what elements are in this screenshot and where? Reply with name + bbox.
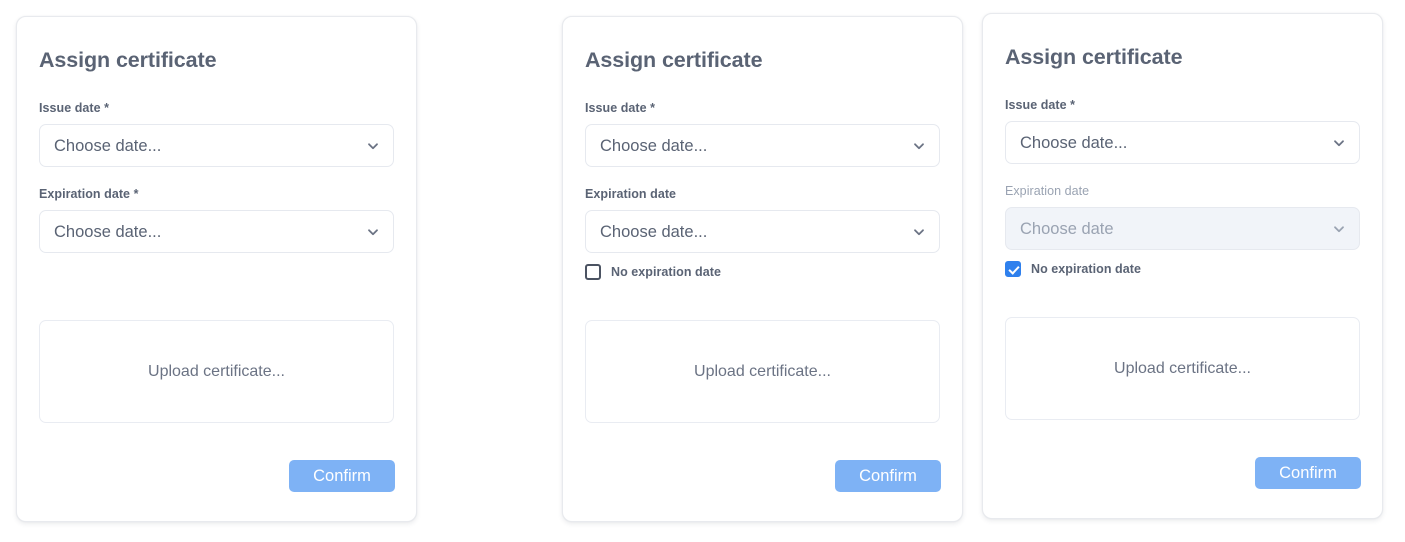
issue-date-value: Choose date... (54, 136, 162, 155)
no-expiration-date-checkbox[interactable] (585, 264, 601, 280)
assign-certificate-card-default: Assign certificate Issue date * Choose d… (16, 16, 417, 522)
issue-date-field: Issue date * Choose date... (585, 101, 940, 167)
assign-certificate-card-no-expiration-checked: Assign certificate Issue date * Choose d… (982, 13, 1383, 519)
no-expiration-date-label: No expiration date (1031, 261, 1141, 276)
issue-date-label: Issue date * (585, 101, 656, 115)
expiration-date-value: Choose date... (600, 222, 708, 241)
assign-certificate-card-optional-expiration: Assign certificate Issue date * Choose d… (562, 16, 963, 522)
upload-certificate-dropzone[interactable]: Upload certificate... (1005, 317, 1360, 420)
expiration-date-value: Choose date (1020, 219, 1114, 238)
chevron-down-icon (1332, 222, 1346, 236)
issue-date-select[interactable]: Choose date... (1005, 121, 1360, 164)
expiration-date-select[interactable]: Choose date... (39, 210, 394, 253)
confirm-button[interactable]: Confirm (835, 460, 941, 492)
issue-date-label: Issue date * (1005, 98, 1076, 112)
expiration-date-select[interactable]: Choose date... (585, 210, 940, 253)
expiration-date-select: Choose date (1005, 207, 1360, 250)
upload-certificate-label: Upload certificate... (694, 362, 831, 380)
chevron-down-icon (366, 225, 380, 239)
screenshot-stage: Assign certificate Issue date * Choose d… (0, 0, 1405, 542)
page-title: Assign certificate (585, 48, 763, 72)
no-expiration-date-checkbox[interactable] (1005, 261, 1021, 277)
issue-date-select[interactable]: Choose date... (585, 124, 940, 167)
chevron-down-icon (912, 139, 926, 153)
confirm-button[interactable]: Confirm (1255, 457, 1361, 489)
chevron-down-icon (912, 225, 926, 239)
issue-date-label: Issue date * (39, 101, 110, 115)
no-expiration-date-row[interactable]: No expiration date (585, 263, 940, 281)
no-expiration-date-row[interactable]: No expiration date (1005, 260, 1360, 278)
expiration-date-label: Expiration date (585, 187, 677, 201)
upload-certificate-dropzone[interactable]: Upload certificate... (585, 320, 940, 423)
issue-date-value: Choose date... (1020, 133, 1128, 152)
issue-date-value: Choose date... (600, 136, 708, 155)
issue-date-field: Issue date * Choose date... (1005, 98, 1360, 164)
layout-spacer (39, 263, 394, 301)
expiration-date-label: Expiration date * (39, 187, 139, 201)
page-title: Assign certificate (39, 48, 217, 72)
confirm-button[interactable]: Confirm (289, 460, 395, 492)
chevron-down-icon (1332, 136, 1346, 150)
no-expiration-date-label: No expiration date (611, 264, 721, 279)
issue-date-field: Issue date * Choose date... (39, 101, 394, 167)
upload-certificate-dropzone[interactable]: Upload certificate... (39, 320, 394, 423)
expiration-date-field: Expiration date * Choose date... (39, 187, 394, 253)
expiration-date-label: Expiration date (1005, 184, 1090, 198)
card-content: Assign certificate Issue date * Choose d… (563, 17, 962, 521)
expiration-date-field: Expiration date Choose date... (585, 187, 940, 253)
card-content: Assign certificate Issue date * Choose d… (983, 14, 1382, 518)
chevron-down-icon (366, 139, 380, 153)
issue-date-select[interactable]: Choose date... (39, 124, 394, 167)
upload-certificate-label: Upload certificate... (1114, 359, 1251, 377)
upload-certificate-label: Upload certificate... (148, 362, 285, 380)
expiration-date-field: Expiration date Choose date (1005, 184, 1360, 250)
card-content: Assign certificate Issue date * Choose d… (17, 17, 416, 521)
page-title: Assign certificate (1005, 45, 1183, 69)
expiration-date-value: Choose date... (54, 222, 162, 241)
